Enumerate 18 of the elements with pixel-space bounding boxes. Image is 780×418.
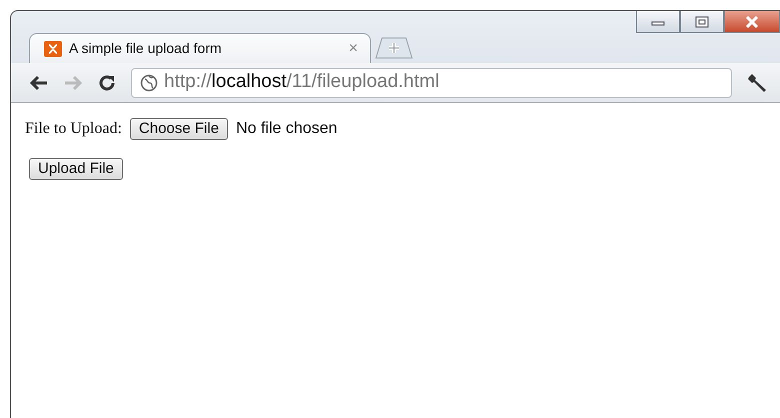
tab-title: A simple file upload form xyxy=(69,39,222,58)
file-status-text: No file chosen xyxy=(236,119,338,139)
upload-button[interactable]: Upload File xyxy=(29,158,123,180)
back-icon[interactable] xyxy=(29,74,49,90)
close-button[interactable] xyxy=(724,11,780,33)
choose-file-button[interactable]: Choose File xyxy=(130,118,228,140)
maximize-icon xyxy=(694,16,710,28)
field-label: File to Upload: xyxy=(25,119,122,139)
new-tab-button[interactable] xyxy=(375,37,413,59)
globe-icon xyxy=(140,74,158,92)
close-icon xyxy=(744,16,760,28)
minimize-button[interactable] xyxy=(636,11,680,33)
url-text: http://localhost/11/fileupload.html xyxy=(164,70,440,94)
address-bar[interactable]: http://localhost/11/fileupload.html xyxy=(131,68,732,98)
page-icon xyxy=(44,40,62,56)
browser-tab[interactable]: A simple file upload form × xyxy=(29,33,371,63)
reload-icon[interactable] xyxy=(97,72,117,92)
maximize-button[interactable] xyxy=(680,11,724,33)
